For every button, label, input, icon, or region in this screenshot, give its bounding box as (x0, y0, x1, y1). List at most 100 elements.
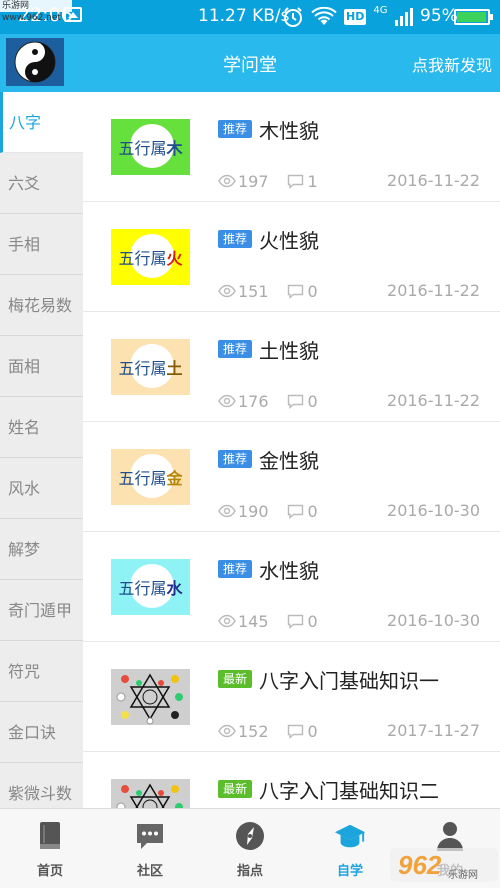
thumb-element: 木 (166, 139, 183, 158)
article-tag: 推荐 (218, 450, 253, 468)
eye-icon (218, 724, 236, 738)
sidebar-item-10[interactable]: 金口诀 (0, 702, 83, 763)
article-item[interactable]: 五行属木 推荐 木性貌 197 1 2016-11-22 (83, 92, 500, 202)
sidebar-item-4[interactable]: 面相 (0, 336, 83, 397)
article-title: 土性貌 (259, 339, 319, 363)
article-tag: 推荐 (218, 120, 253, 138)
comment-count: 0 (307, 281, 318, 301)
sidebar-item-1[interactable]: 六爻 (0, 153, 83, 214)
comment-count: 0 (307, 611, 318, 631)
article-tag: 推荐 (218, 230, 253, 248)
comment-icon (287, 504, 303, 519)
book-icon (34, 819, 66, 853)
thumb-prefix: 五行属 (118, 359, 167, 378)
article-thumbnail (111, 669, 190, 725)
sidebar-item-11[interactable]: 紫微斗数 (0, 763, 83, 808)
article-thumbnail: 五行属水 (111, 559, 190, 615)
svg-text:962: 962 (398, 850, 442, 880)
article-title: 火性貌 (259, 229, 319, 253)
comment-count: 0 (307, 501, 318, 521)
article-item[interactable]: 五行属土 推荐 土性貌 176 0 2016-11-22 (83, 312, 500, 422)
article-date: 2016-11-22 (387, 281, 480, 300)
nav-label: 自学 (336, 864, 363, 879)
nav-item-1[interactable]: 社区 (100, 809, 200, 888)
sidebar-item-8[interactable]: 奇门遁甲 (0, 580, 83, 641)
article-date: 2016-10-30 (387, 501, 480, 520)
thumb-text: 五行属金 (118, 465, 182, 489)
sidebar-item-2[interactable]: 手相 (0, 214, 83, 275)
comment-count: 1 (307, 171, 318, 191)
article-thumbnail: 五行属火 (111, 229, 190, 285)
article-thumbnail: 五行属土 (111, 339, 190, 395)
sidebar-item-7[interactable]: 解梦 (0, 519, 83, 580)
battery-percent: 95% (420, 6, 458, 26)
view-count: 190 (238, 501, 269, 521)
view-count: 151 (238, 281, 269, 301)
watermark-962-logo: 962 乐游网 (390, 848, 498, 882)
graduation-cap-icon (334, 819, 366, 853)
thumb-element: 火 (166, 249, 183, 268)
hd-icon: HD (344, 9, 367, 25)
thumb-text: 五行属土 (118, 355, 182, 379)
article-title: 八字入门基础知识一 (259, 669, 439, 693)
article-tag: 推荐 (218, 560, 253, 578)
watermark-top: 乐游网 www.962.net (0, 0, 72, 23)
compass-icon (234, 819, 266, 853)
article-item[interactable]: 五行属火 推荐 火性貌 151 0 2016-11-22 (83, 202, 500, 312)
nav-label: 社区 (136, 864, 163, 879)
article-date: 2016-11-22 (387, 391, 480, 410)
nav-label: 指点 (236, 864, 263, 879)
comment-count: 0 (307, 721, 318, 741)
view-count: 152 (238, 721, 269, 741)
article-tag: 推荐 (218, 340, 253, 358)
network-speed: 11.27 KB/s (198, 6, 290, 26)
view-count: 176 (238, 391, 269, 411)
nav-item-2[interactable]: 指点 (200, 809, 300, 888)
sidebar-item-6[interactable]: 风水 (0, 458, 83, 519)
sidebar-item-3[interactable]: 梅花易数 (0, 275, 83, 336)
wifi-icon (311, 7, 337, 25)
thumb-text: 五行属火 (118, 245, 182, 269)
article-item[interactable]: 最新 八字入门基础知识一 152 0 2017-11-27 (83, 642, 500, 752)
comment-icon (287, 174, 303, 189)
chat-icon (134, 819, 166, 853)
status-icons: HD 4G (282, 5, 414, 29)
status-bar: 22:06 11.27 KB/s HD 4G 95% (0, 0, 500, 34)
article-item[interactable]: 最新 八字入门基础知识二 (83, 752, 500, 808)
svg-text:乐游网: 乐游网 (448, 868, 478, 881)
article-stats: 145 0 (218, 611, 318, 631)
comment-icon (287, 614, 303, 629)
battery-fill (457, 12, 486, 22)
bagua-diagram-image (111, 669, 190, 725)
article-stats: 197 1 (218, 171, 318, 191)
article-list: 五行属木 推荐 木性貌 197 1 2016-11-22 五行属火 推荐 火性貌 151 0 2016… (83, 92, 500, 808)
article-stats: 190 0 (218, 501, 318, 521)
nav-item-0[interactable]: 首页 (0, 809, 100, 888)
sidebar-item-5[interactable]: 姓名 (0, 397, 83, 458)
alarm-icon (284, 7, 302, 27)
article-thumbnail (111, 779, 190, 808)
article-stats: 176 0 (218, 391, 318, 411)
article-stats: 151 0 (218, 281, 318, 301)
sidebar-item-9[interactable]: 符咒 (0, 641, 83, 702)
article-thumbnail: 五行属木 (111, 119, 190, 175)
article-title: 木性貌 (259, 119, 319, 143)
signal-type: 4G (373, 5, 388, 16)
sidebar-item-0[interactable]: 八字 (0, 92, 83, 153)
battery-icon (454, 9, 493, 25)
eye-icon (218, 504, 236, 518)
article-item[interactable]: 五行属金 推荐 金性貌 190 0 2016-10-30 (83, 422, 500, 532)
article-item[interactable]: 五行属水 推荐 水性貌 145 0 2016-10-30 (83, 532, 500, 642)
article-date: 2016-10-30 (387, 611, 480, 630)
thumb-prefix: 五行属 (118, 249, 167, 268)
discover-button[interactable]: 点我新发现 (412, 52, 492, 76)
thumb-prefix: 五行属 (118, 139, 167, 158)
article-title: 八字入门基础知识二 (259, 779, 439, 803)
eye-icon (218, 174, 236, 188)
thumb-text: 五行属木 (118, 135, 182, 159)
article-title: 金性貌 (259, 449, 319, 473)
comment-icon (287, 724, 303, 739)
nav-item-3[interactable]: 自学 (300, 809, 400, 888)
eye-icon (218, 394, 236, 408)
view-count: 145 (238, 611, 269, 631)
